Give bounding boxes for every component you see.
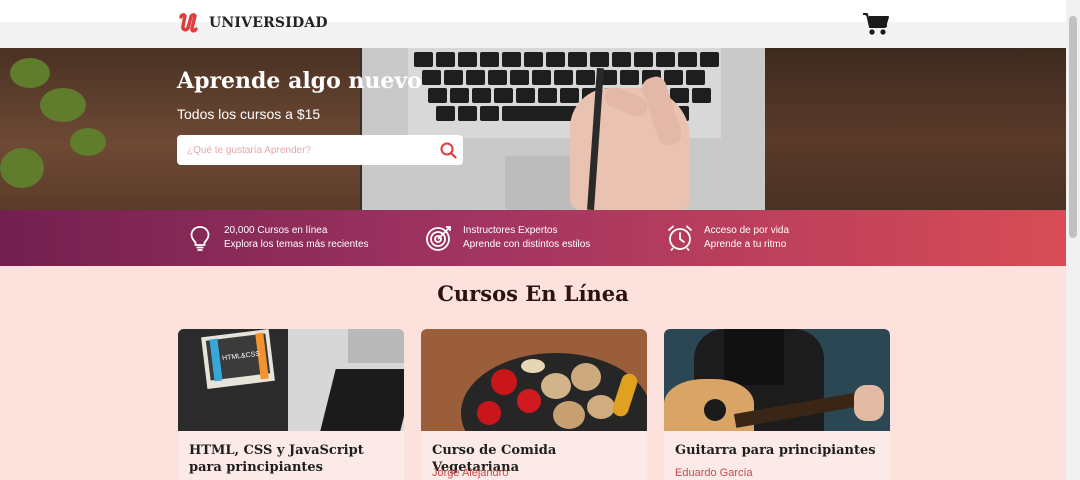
- course-author: Eduardo García: [675, 467, 753, 479]
- hero-desk-right: [765, 48, 1066, 210]
- feature-courses-title: 20,000 Cursos en línea: [224, 225, 328, 236]
- header-top-strip: [0, 0, 1066, 22]
- shopping-cart-icon[interactable]: [862, 11, 890, 37]
- feature-instructors-subtitle: Aprende con distintos estilos: [463, 239, 591, 250]
- search-box: [177, 135, 463, 165]
- site-header: UNIVERSIDAD: [0, 0, 1066, 48]
- search-icon: [440, 142, 457, 159]
- scrollbar-thumb[interactable]: [1069, 16, 1077, 238]
- course-card-guitar[interactable]: Guitarra para principiantes Eduardo Garc…: [664, 329, 890, 480]
- feature-access-title: Acceso de por vida: [704, 225, 790, 236]
- hero-subtitle: Todos los cursos a $15: [177, 106, 321, 122]
- guitar-image: [664, 329, 890, 431]
- feature-instructors: Instructores Expertos Aprende con distin…: [425, 210, 590, 266]
- hero-plant-leaf: [0, 148, 44, 188]
- hero-plant-leaf: [70, 128, 106, 156]
- feature-access-subtitle: Aprende a tu ritmo: [704, 239, 787, 250]
- features-band: 20,000 Cursos en línea Explora los temas…: [0, 210, 1066, 266]
- alarm-clock-icon: [668, 225, 692, 252]
- course-title[interactable]: Guitarra para principiantes: [675, 442, 881, 459]
- feature-access: Acceso de por vida Aprende a tu ritmo: [666, 210, 789, 266]
- lightbulb-icon: [190, 226, 210, 251]
- hero-plant-leaf: [10, 58, 50, 88]
- vegetables-pan-image: [421, 329, 647, 431]
- course-title[interactable]: HTML, CSS y JavaScript para principiante…: [189, 442, 395, 476]
- feature-instructors-title: Instructores Expertos: [463, 225, 558, 236]
- course-card-vegetarian[interactable]: Curso de Comida Vegetariana Jorge Alejan…: [421, 329, 647, 480]
- brand-name: UNIVERSIDAD: [209, 15, 328, 31]
- page-scrollbar[interactable]: [1066, 0, 1080, 480]
- hero-banner: Aprende algo nuevo Todos los cursos a $1…: [0, 48, 1066, 210]
- brand-logo[interactable]: UNIVERSIDAD: [177, 11, 328, 35]
- feature-courses-subtitle: Explora los temas más recientes: [224, 239, 369, 250]
- logo-u-icon: [179, 13, 198, 33]
- course-author: Jorge Alejandro: [432, 467, 509, 479]
- feature-courses: 20,000 Cursos en línea Explora los temas…: [186, 210, 369, 266]
- search-input[interactable]: [177, 135, 433, 165]
- target-icon: [426, 226, 451, 251]
- laptop-book-image: HTML&CSS: [178, 329, 404, 431]
- course-card-html-css[interactable]: HTML&CSS HTML, CSS y JavaScript para pri…: [178, 329, 404, 480]
- courses-section-title: Cursos En Línea: [437, 281, 629, 306]
- hero-plant-leaf: [40, 88, 86, 122]
- search-button[interactable]: [433, 135, 463, 165]
- hero-title: Aprende algo nuevo: [177, 68, 422, 94]
